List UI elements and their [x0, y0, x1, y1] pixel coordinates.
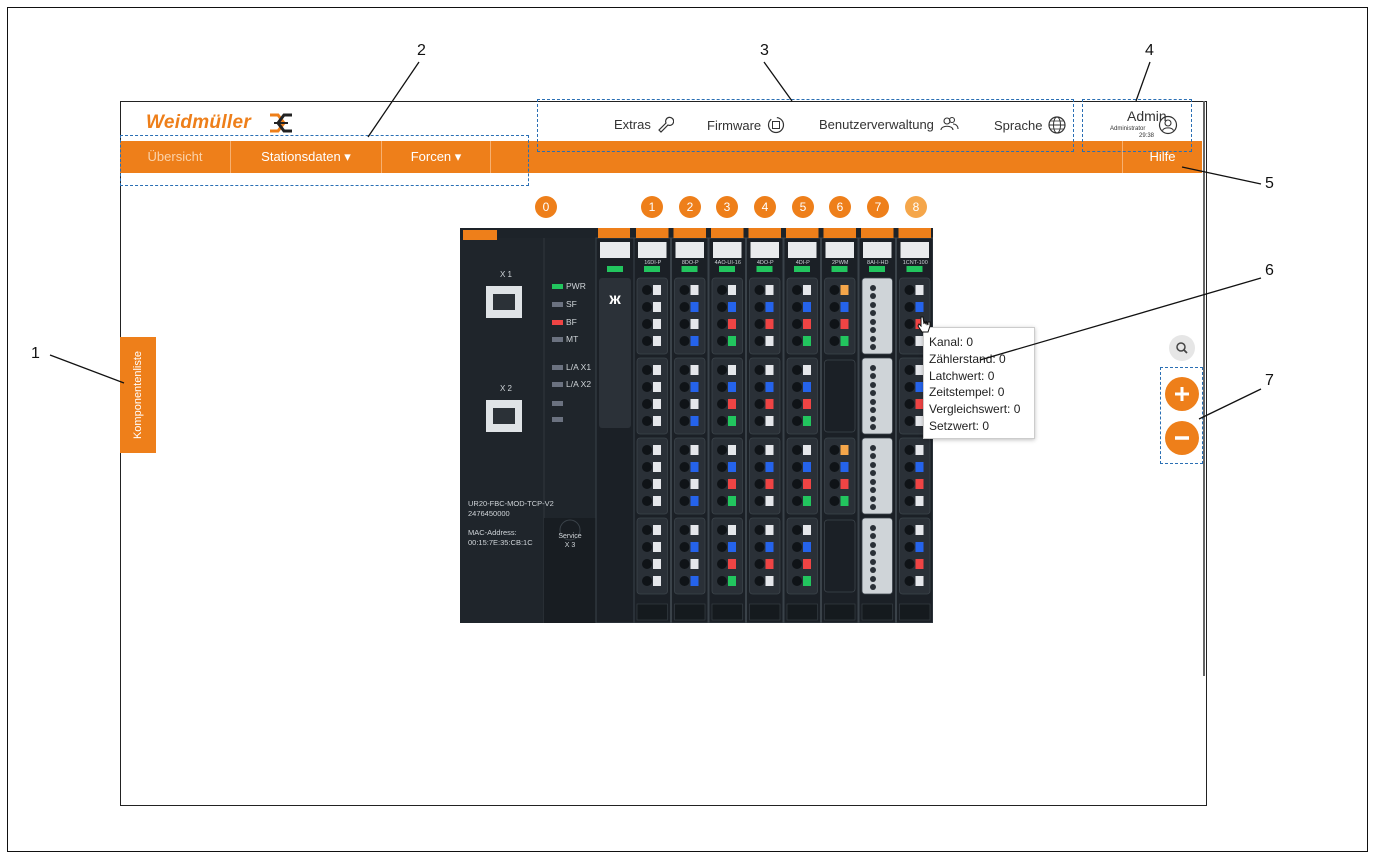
callout-6: 6: [1265, 262, 1274, 279]
callout-7: 7: [1265, 372, 1274, 389]
callout-2: 2: [417, 42, 426, 59]
callout-1: 1: [31, 345, 40, 362]
callout-5: 5: [1265, 175, 1274, 192]
annotation-leaders: [49, 61, 1262, 420]
callout-4: 4: [1145, 42, 1154, 59]
callout-3: 3: [760, 42, 769, 59]
